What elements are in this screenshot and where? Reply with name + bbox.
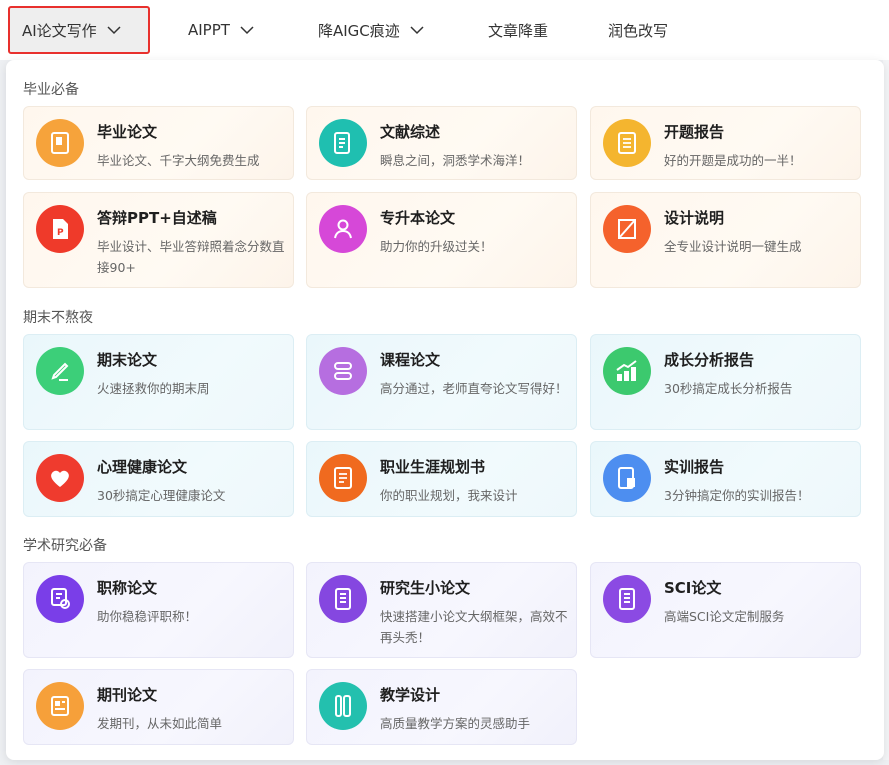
card-description: 高分通过，老师直夸论文写得好！ [380, 381, 568, 396]
heart-icon [36, 454, 84, 502]
card-defense-ppt[interactable]: P 答辩PPT+自述稿毕业设计、毕业答辩照着念分数直接90+ [23, 192, 294, 288]
card-title: 职业生涯规划书 [380, 458, 486, 476]
card-title: 期末论文 [97, 351, 158, 369]
ppt-file-icon: P [36, 205, 84, 253]
svg-text:P: P [57, 228, 64, 238]
card-literature-review[interactable]: 文献综述瞬息之间，洞悉学术海洋！ [306, 106, 577, 180]
section-title-graduation: 毕业必备 [23, 82, 79, 98]
section-title-final-exam: 期末不熬夜 [23, 310, 93, 326]
card-final-paper[interactable]: 期末论文火速拯救你的期末周 [23, 334, 294, 430]
section-title-academic: 学术研究必备 [23, 538, 107, 554]
card-upgrade-thesis[interactable]: 专升本论文助力你的升级过关！ [306, 192, 577, 288]
certificate-icon [36, 575, 84, 623]
card-mental-health-paper[interactable]: 心理健康论文 30秒搞定心理健康论文 [23, 441, 294, 517]
nav-label: AI论文写作 [22, 21, 97, 40]
chevron-down-icon [107, 26, 121, 35]
card-description: 高质量教学方案的灵感助手 [380, 716, 531, 731]
card-description: 好的开题是成功的一半！ [664, 153, 802, 168]
nav-article-dedup[interactable]: 文章降重 [488, 0, 548, 60]
card-title: 职称论文 [97, 579, 158, 597]
card-career-plan[interactable]: 职业生涯规划书你的职业规划，我来设计 [306, 441, 577, 517]
card-description: 3分钟搞定你的实训报告！ [664, 488, 810, 503]
dropdown-panel: 毕业必备 期末不熬夜 学术研究必备 毕业论文 毕业论文、千字大纲免费生成 文献综述瞬… [6, 60, 884, 760]
card-graduation-thesis[interactable]: 毕业论文毕业论文、千字大纲免费生成 [23, 106, 294, 180]
document-list-icon [319, 119, 367, 167]
sci-paper-icon [603, 575, 651, 623]
card-title: 毕业论文 [97, 123, 158, 141]
card-description: 瞬息之间，洞悉学术海洋！ [380, 153, 531, 168]
card-practical-report[interactable]: 实训报告 3分钟搞定你的实训报告！ [590, 441, 861, 517]
career-icon [319, 454, 367, 502]
growth-chart-icon [603, 347, 651, 395]
student-icon [319, 205, 367, 253]
chevron-down-icon [240, 26, 254, 35]
nav-label: 润色改写 [608, 21, 669, 40]
card-journal-paper[interactable]: 期刊论文发期刊，从未如此简单 [23, 669, 294, 745]
card-title: 心理健康论文 [97, 458, 188, 476]
card-title: 设计说明 [664, 209, 725, 227]
card-course-paper[interactable]: 课程论文高分通过，老师直夸论文写得好！ [306, 334, 577, 430]
ruler-icon [603, 205, 651, 253]
nav-reduce-aigc[interactable]: 降AIGC痕迹 [318, 0, 424, 60]
card-sci-paper[interactable]: SCI论文高端SCI论文定制服务 [590, 562, 861, 658]
book-icon [36, 119, 84, 167]
card-title: 成长分析报告 [664, 351, 755, 369]
top-nav-bar: AI论文写作 AIPPT 降AIGC痕迹 文章降重 润色改写 [0, 0, 889, 60]
card-title: SCI论文 [664, 579, 722, 597]
card-description: 毕业论文、千字大纲免费生成 [97, 153, 260, 168]
card-title-paper[interactable]: 职称论文助你稳稳评职称！ [23, 562, 294, 658]
card-description: 助你稳稳评职称！ [97, 609, 198, 624]
card-title: 开题报告 [664, 123, 725, 141]
course-icon [319, 347, 367, 395]
nav-aippt[interactable]: AIPPT [188, 0, 254, 60]
nav-label: AIPPT [188, 21, 230, 39]
nav-label: 文章降重 [488, 21, 549, 40]
journal-icon [36, 682, 84, 730]
card-design-spec[interactable]: 设计说明全专业设计说明一键生成 [590, 192, 861, 288]
card-title: 教学设计 [380, 686, 441, 704]
report-icon [603, 119, 651, 167]
card-title: 文献综述 [380, 123, 441, 141]
card-title: 实训报告 [664, 458, 725, 476]
card-description: 毕业设计、毕业答辩照着念分数直接90+ [97, 239, 285, 275]
card-description: 高端SCI论文定制服务 [664, 609, 785, 624]
card-title: 研究生小论文 [380, 579, 471, 597]
teaching-icon [319, 682, 367, 730]
card-title: 答辩PPT+自述稿 [97, 209, 217, 227]
card-proposal-report[interactable]: 开题报告好的开题是成功的一半！ [590, 106, 861, 180]
card-description: 你的职业规划，我来设计 [380, 488, 518, 503]
nav-ai-paper-writing[interactable]: AI论文写作 [8, 6, 150, 54]
chevron-down-icon [410, 26, 424, 35]
paper-icon [319, 575, 367, 623]
card-description: 30秒搞定心理健康论文 [97, 488, 226, 503]
training-report-icon [603, 454, 651, 502]
nav-polish-rewrite[interactable]: 润色改写 [608, 0, 668, 60]
nav-label: 降AIGC痕迹 [318, 21, 400, 40]
card-grad-paper[interactable]: 研究生小论文快速搭建小论文大纲框架，高效不再头秃！ [306, 562, 577, 658]
card-title: 专升本论文 [380, 209, 456, 227]
card-growth-report[interactable]: 成长分析报告 30秒搞定成长分析报告 [590, 334, 861, 430]
card-description: 全专业设计说明一键生成 [664, 239, 802, 254]
card-description: 火速拯救你的期末周 [97, 381, 210, 396]
card-title: 期刊论文 [97, 686, 158, 704]
card-teaching-design[interactable]: 教学设计高质量教学方案的灵感助手 [306, 669, 577, 745]
card-description: 30秒搞定成长分析报告 [664, 381, 793, 396]
card-description: 发期刊，从未如此简单 [97, 716, 223, 731]
card-description: 快速搭建小论文大纲框架，高效不再头秃！ [380, 609, 568, 645]
card-title: 课程论文 [380, 351, 441, 369]
card-description: 助力你的升级过关！ [380, 239, 493, 254]
pencil-icon [36, 347, 84, 395]
